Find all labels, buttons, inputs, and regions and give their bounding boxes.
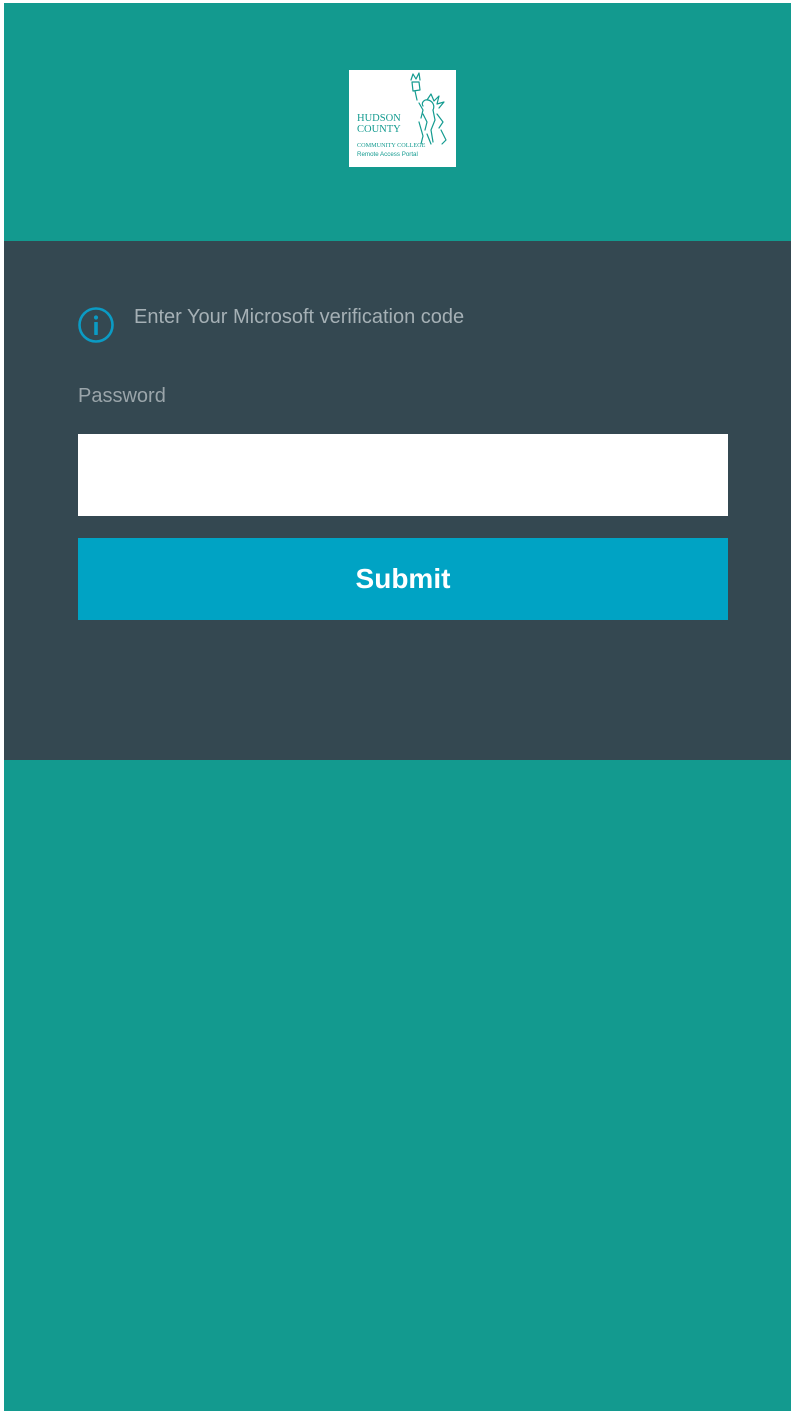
password-input[interactable] — [78, 434, 728, 516]
logo-text-county: COUNTY — [357, 124, 401, 135]
logo-text-remote-access-portal: Remote Access Portal — [357, 151, 418, 158]
page-frame: HUDSON COUNTY COMMUNITY COLLEGE Remote A… — [4, 3, 791, 1411]
info-circle-icon — [78, 307, 114, 343]
logo-text-hudson: HUDSON — [357, 113, 401, 124]
submit-button[interactable]: Submit — [78, 538, 728, 620]
password-label: Password — [78, 385, 166, 407]
logo-text-community-college: COMMUNITY COLLEGE — [357, 142, 426, 149]
header-bar: HUDSON COUNTY COMMUNITY COLLEGE Remote A… — [4, 3, 791, 241]
college-logo: HUDSON COUNTY COMMUNITY COLLEGE Remote A… — [349, 70, 456, 167]
info-message: Enter Your Microsoft verification code — [134, 306, 465, 328]
